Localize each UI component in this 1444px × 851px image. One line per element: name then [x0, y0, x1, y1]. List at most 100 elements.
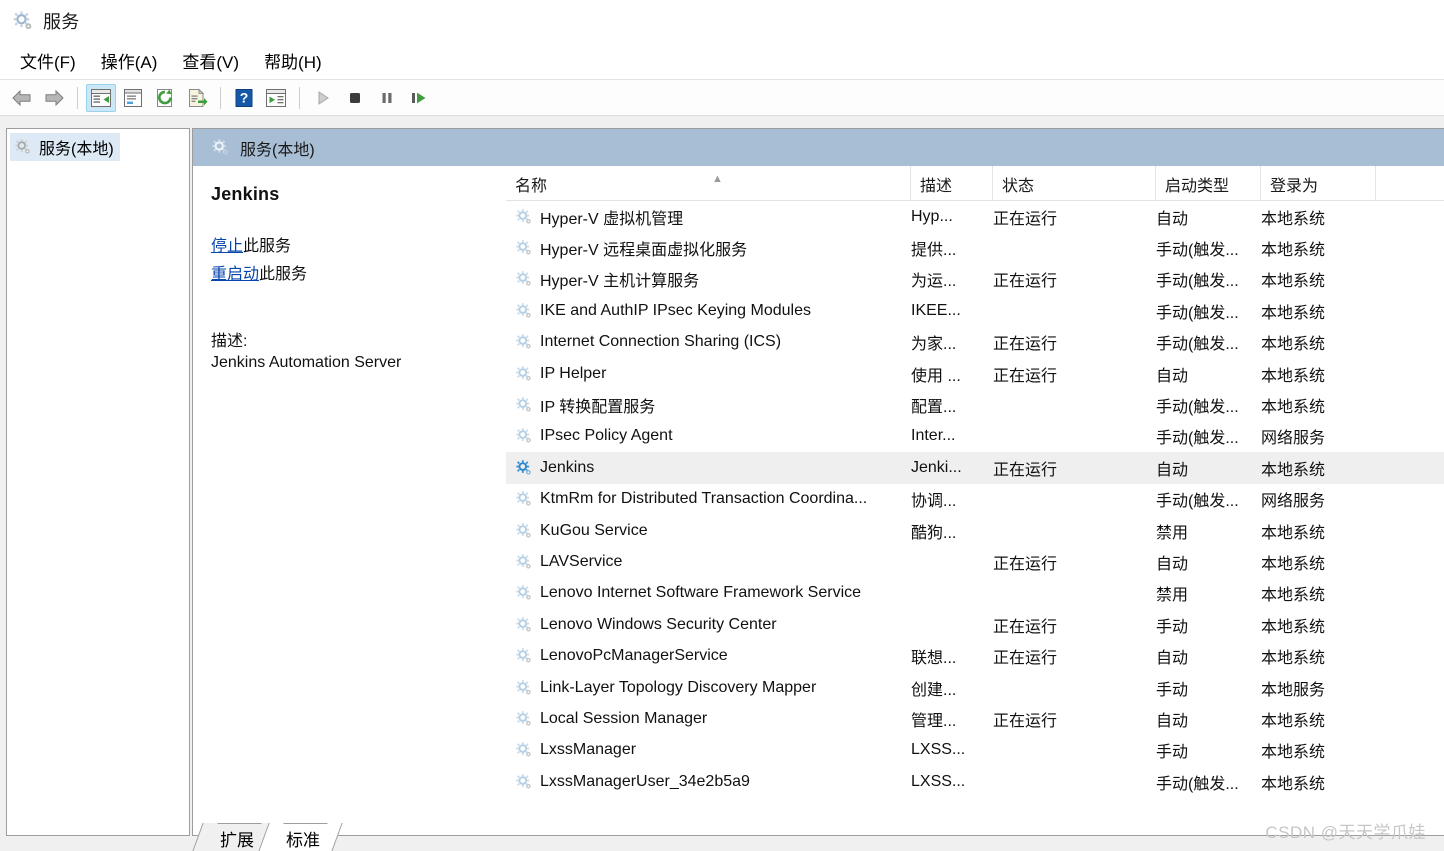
toolbar-show-tree[interactable] [86, 83, 116, 112]
table-row[interactable]: Jenkins Jenki... 正在运行 自动 本地系统 [506, 452, 1444, 484]
table-row[interactable]: Hyper-V 远程桌面虚拟化服务 提供... 手动(触发... 本地系统 [506, 232, 1444, 263]
service-gear-icon [515, 741, 533, 759]
service-name-label: LxssManager [540, 741, 637, 759]
toolbar-export-list[interactable] [182, 84, 212, 112]
cell-description: 酷狗... [911, 524, 957, 542]
table-row[interactable]: LenovoPcManagerService 联想... 正在运行 自动 本地系统 [506, 640, 1444, 671]
cell-name: Lenovo Windows Security Center [506, 609, 911, 640]
cell-logon: 网络服务 [1261, 430, 1326, 448]
toolbar-properties[interactable] [118, 84, 148, 112]
cell-logon: 本地系统 [1261, 399, 1326, 417]
table-row[interactable]: Link-Layer Topology Discovery Mapper 创建..… [506, 672, 1444, 703]
service-gear-icon [515, 333, 533, 351]
cell-name: LxssManager [506, 735, 911, 766]
menu-file[interactable]: 文件(F) [9, 45, 87, 76]
toolbar-start-service[interactable] [308, 84, 338, 112]
column-header-label: 启动类型 [1165, 177, 1230, 195]
toolbar-pause-service[interactable] [372, 84, 402, 112]
detail-description-label: 描述: [211, 333, 248, 350]
cell-logon: 本地系统 [1261, 367, 1326, 385]
pane-header-strip [506, 129, 1444, 166]
cell-description: 联想... [911, 650, 957, 668]
cell-name: Link-Layer Topology Discovery Mapper [506, 672, 911, 703]
cell-logon: 网络服务 [1261, 493, 1326, 511]
cell-status [993, 766, 1156, 797]
toolbar-help[interactable]: ? [229, 84, 259, 112]
service-name-label: Jenkins [540, 458, 595, 476]
column-header-logon[interactable]: 登录为 [1261, 166, 1376, 201]
stop-service-link[interactable]: 停止 [211, 238, 243, 255]
table-row[interactable]: Internet Connection Sharing (ICS) 为家... 正在… [506, 327, 1444, 358]
cell-name: LAVService [506, 546, 911, 577]
cell-startup: 自动 [1156, 210, 1189, 228]
toolbar-back[interactable] [7, 84, 37, 112]
table-row[interactable]: Lenovo Windows Security Center 正在运行 手动 本地系统 [506, 609, 1444, 640]
cell-logon: 本地系统 [1261, 712, 1326, 730]
service-detail-column: Jenkins 停止此服务 重启动此服务 描述: Jenkins Automat… [193, 166, 506, 818]
toolbar-restart-service[interactable] [404, 84, 434, 112]
table-row[interactable]: IP Helper 使用 ... 正在运行 自动 本地系统 [506, 358, 1444, 389]
cell-status: 正在运行 [993, 650, 1058, 668]
cell-startup: 手动(触发... [1156, 273, 1239, 291]
column-header-description[interactable]: 描述 [911, 166, 993, 201]
tree-node-services-local[interactable]: 服务(本地) [10, 133, 120, 161]
cell-status [993, 735, 1156, 766]
view-tabs: 扩展 标准 [192, 819, 1444, 851]
column-header-name[interactable]: 名称 [506, 166, 911, 201]
toolbar-refresh[interactable] [150, 84, 180, 112]
cell-status [993, 578, 1156, 609]
column-header-startup[interactable]: 启动类型 [1156, 166, 1261, 201]
cell-status [993, 421, 1156, 452]
menu-view[interactable]: 查看(V) [171, 45, 250, 76]
window-title: 服务 [43, 12, 80, 32]
service-name-label: Hyper-V 主机计算服务 [540, 273, 700, 291]
toolbar-stop-service[interactable] [340, 84, 370, 112]
table-row[interactable]: IKE and AuthIP IPsec Keying Modules IKEE.… [506, 295, 1444, 326]
cell-logon: 本地服务 [1261, 681, 1326, 699]
cell-logon: 本地系统 [1261, 587, 1326, 605]
service-name-label: IP Helper [540, 364, 607, 382]
gear-icon [211, 138, 230, 157]
cell-startup: 自动 [1156, 367, 1189, 385]
table-row[interactable]: LxssManager LXSS... 手动 本地系统 [506, 735, 1444, 766]
service-name-label: Hyper-V 远程桌面虚拟化服务 [540, 242, 748, 260]
cell-status: 正在运行 [993, 210, 1058, 228]
tab-standard[interactable]: 标准 [272, 823, 328, 851]
table-row[interactable]: Hyper-V 虚拟机管理 Hyp... 正在运行 自动 本地系统 [506, 201, 1444, 232]
cell-description: 配置... [911, 399, 957, 417]
menu-action[interactable]: 操作(A) [90, 45, 169, 76]
tab-extended[interactable]: 扩展 [206, 823, 262, 851]
table-row[interactable]: IPsec Policy Agent Inter... 手动(触发... 网络服务 [506, 421, 1444, 452]
table-row[interactable]: KuGou Service 酷狗... 禁用 本地系统 [506, 515, 1444, 546]
toolbar-separator [77, 86, 78, 109]
table-row[interactable]: Lenovo Internet Software Framework Servi… [506, 578, 1444, 609]
cell-logon: 本地系统 [1261, 210, 1326, 228]
cell-startup: 手动(触发... [1156, 399, 1239, 417]
service-gear-icon [515, 553, 533, 571]
table-row[interactable]: LAVService 正在运行 自动 本地系统 [506, 546, 1444, 577]
table-row[interactable]: Local Session Manager 管理... 正在运行 自动 本地系统 [506, 703, 1444, 734]
cell-startup: 自动 [1156, 712, 1189, 730]
toolbar-forward[interactable] [39, 84, 69, 112]
menu-help[interactable]: 帮助(H) [253, 45, 333, 76]
table-row[interactable]: KtmRm for Distributed Transaction Coordi… [506, 484, 1444, 515]
service-gear-icon [515, 584, 533, 602]
service-name-label: IP 转换配置服务 [540, 399, 656, 417]
cell-name: LxssManagerUser_34e2b5a9 [506, 766, 911, 797]
restart-service-link[interactable]: 重启动 [211, 266, 259, 283]
cell-logon: 本地系统 [1261, 242, 1326, 260]
column-header-status[interactable]: 状态 [993, 166, 1156, 201]
service-name-label: Hyper-V 虚拟机管理 [540, 210, 684, 228]
service-name-label: LAVService [540, 552, 623, 570]
table-row[interactable]: LxssManagerUser_34e2b5a9 LXSS... 手动(触发... 本… [506, 766, 1444, 797]
service-gear-icon [515, 427, 533, 445]
details-pane: 服务(本地) Jenkins 停止此服务 重启动此服务 描述: Jenkins … [192, 128, 1444, 836]
cell-startup: 手动 [1156, 744, 1189, 762]
service-name-label: Internet Connection Sharing (ICS) [540, 333, 782, 351]
toolbar-action-pane[interactable] [261, 84, 291, 112]
restart-service-line: 重启动此服务 [211, 261, 490, 289]
table-row[interactable]: Hyper-V 主机计算服务 为运... 正在运行 手动(触发... 本地系统 [506, 264, 1444, 295]
table-row[interactable]: IP 转换配置服务 配置... 手动(触发... 本地系统 [506, 389, 1444, 420]
service-name-label: IKE and AuthIP IPsec Keying Modules [540, 301, 811, 319]
cell-startup: 自动 [1156, 555, 1189, 573]
